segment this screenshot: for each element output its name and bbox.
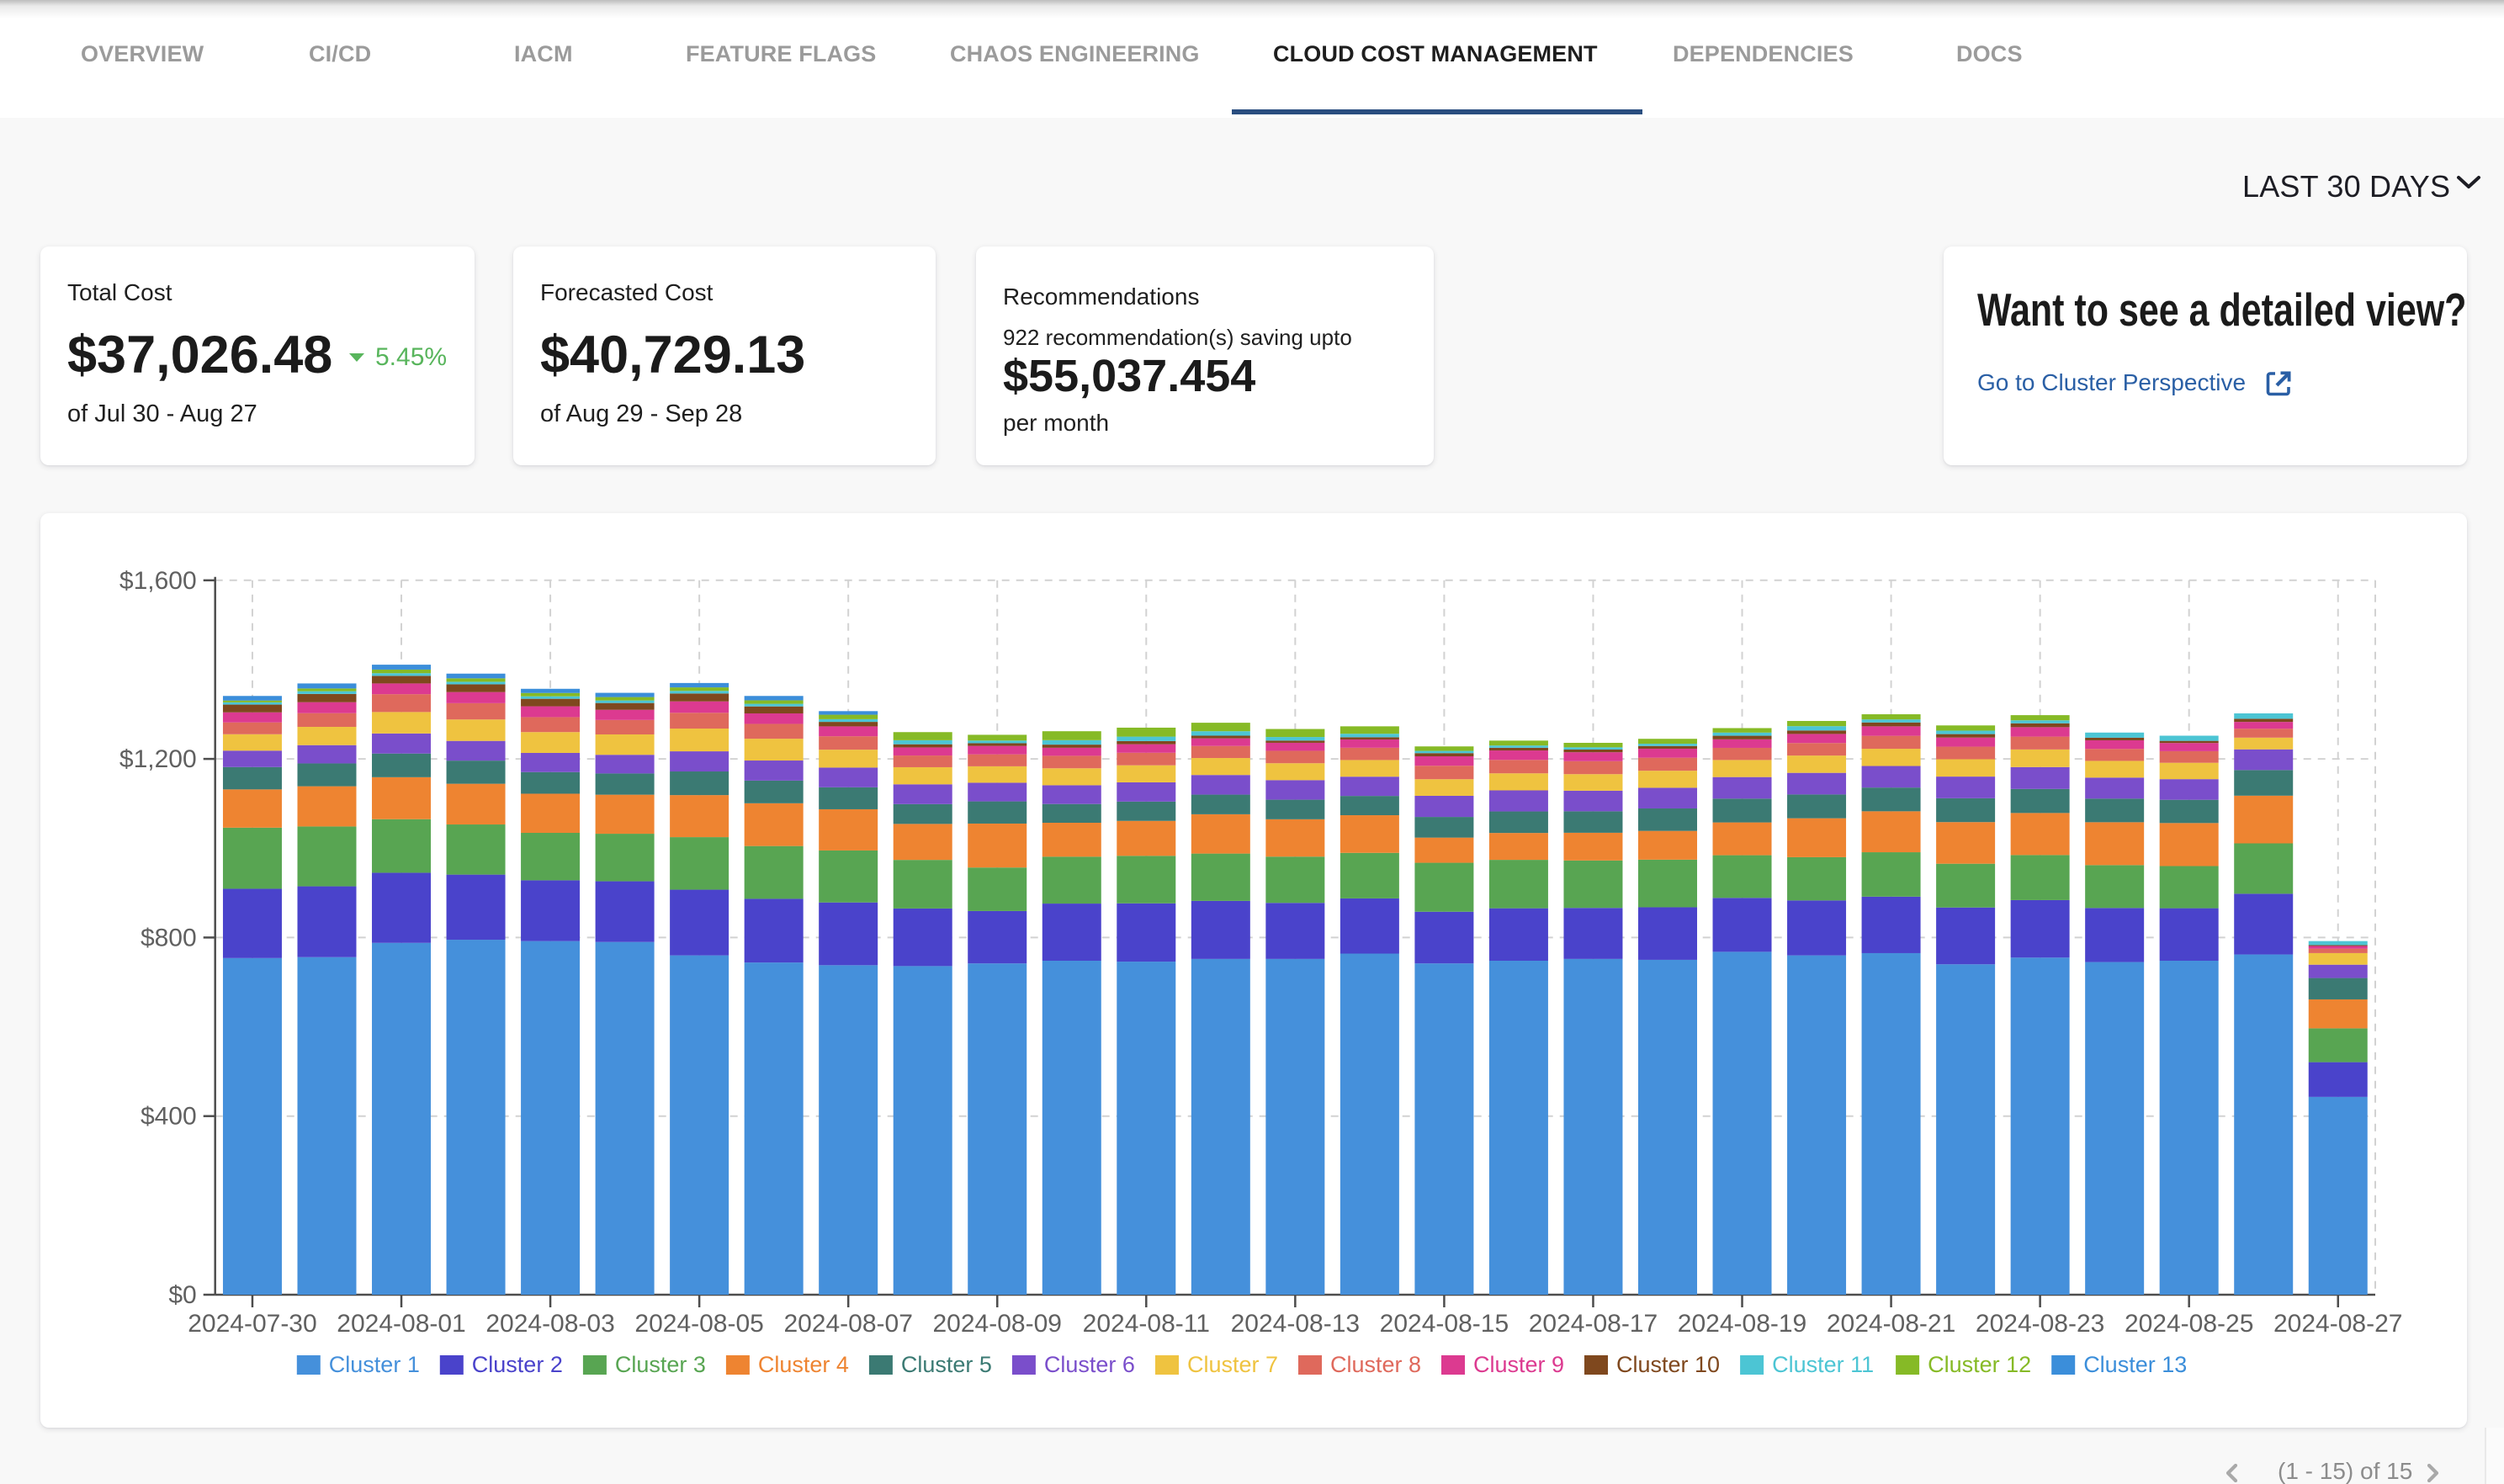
svg-text:Cluster 12: Cluster 12 bbox=[1928, 1352, 2031, 1377]
svg-text:Cluster 5: Cluster 5 bbox=[901, 1352, 992, 1377]
svg-text:2024-08-23: 2024-08-23 bbox=[1976, 1310, 2104, 1338]
svg-text:2024-08-13: 2024-08-13 bbox=[1231, 1310, 1360, 1338]
svg-text:Cluster 8: Cluster 8 bbox=[1330, 1352, 1421, 1377]
svg-text:$400: $400 bbox=[141, 1103, 197, 1131]
svg-text:Cluster 3: Cluster 3 bbox=[615, 1352, 706, 1377]
svg-text:2024-08-25: 2024-08-25 bbox=[2125, 1310, 2253, 1338]
svg-text:2024-08-03: 2024-08-03 bbox=[485, 1310, 614, 1338]
svg-text:Cluster 4: Cluster 4 bbox=[758, 1352, 849, 1377]
svg-text:2024-08-21: 2024-08-21 bbox=[1827, 1310, 1955, 1338]
svg-text:2024-08-27: 2024-08-27 bbox=[2273, 1310, 2402, 1338]
svg-text:Cluster 9: Cluster 9 bbox=[1473, 1352, 1564, 1377]
svg-text:Cluster 10: Cluster 10 bbox=[1616, 1352, 1720, 1377]
svg-text:2024-08-09: 2024-08-09 bbox=[933, 1310, 1062, 1338]
svg-text:2024-07-30: 2024-07-30 bbox=[188, 1310, 316, 1338]
svg-text:Cluster 13: Cluster 13 bbox=[2083, 1352, 2187, 1377]
svg-text:Cluster 7: Cluster 7 bbox=[1187, 1352, 1278, 1377]
svg-text:$1,200: $1,200 bbox=[119, 745, 197, 773]
svg-text:Cluster 2: Cluster 2 bbox=[472, 1352, 563, 1377]
svg-text:2024-08-07: 2024-08-07 bbox=[783, 1310, 912, 1338]
svg-text:Cluster 11: Cluster 11 bbox=[1772, 1352, 1874, 1377]
svg-text:Cluster 6: Cluster 6 bbox=[1044, 1352, 1135, 1377]
svg-text:$800: $800 bbox=[141, 924, 197, 951]
svg-text:2024-08-15: 2024-08-15 bbox=[1380, 1310, 1509, 1338]
svg-text:Cluster 1: Cluster 1 bbox=[329, 1352, 420, 1377]
svg-text:2024-08-05: 2024-08-05 bbox=[634, 1310, 763, 1338]
svg-text:2024-08-01: 2024-08-01 bbox=[337, 1310, 465, 1338]
svg-text:2024-08-19: 2024-08-19 bbox=[1678, 1310, 1806, 1338]
svg-text:$1,600: $1,600 bbox=[119, 567, 197, 595]
svg-text:2024-08-17: 2024-08-17 bbox=[1529, 1310, 1658, 1338]
svg-text:2024-08-11: 2024-08-11 bbox=[1083, 1310, 1210, 1338]
svg-text:$0: $0 bbox=[168, 1281, 196, 1309]
